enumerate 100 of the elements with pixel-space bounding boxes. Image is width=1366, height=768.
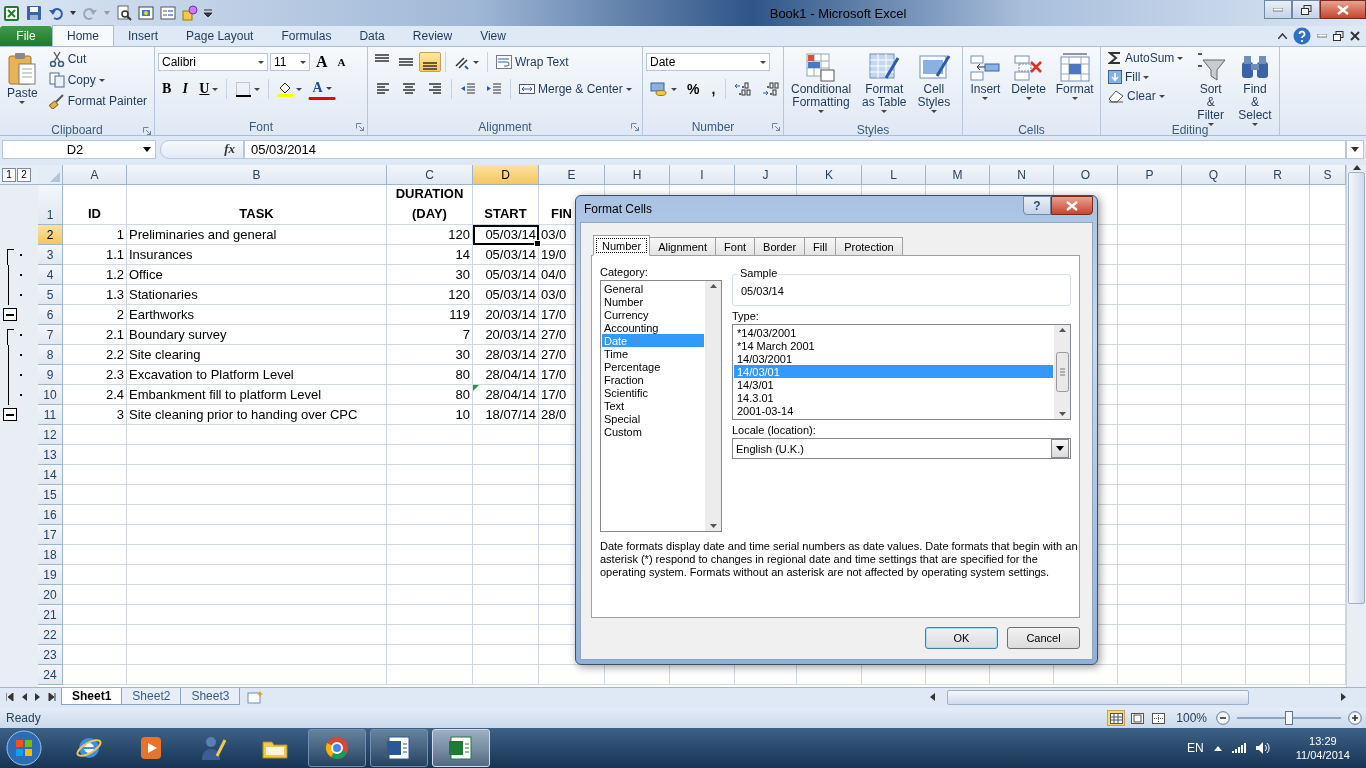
format-button[interactable]: Format [1052, 49, 1097, 123]
name-box[interactable]: D2 [2, 139, 156, 159]
row-header[interactable]: 23 [38, 645, 63, 665]
dialog-launcher-icon[interactable] [631, 123, 639, 131]
row-header[interactable]: 8 [38, 345, 63, 365]
list-item[interactable]: Number [602, 295, 704, 308]
column-header[interactable]: Q [1182, 165, 1246, 185]
next-sheet-icon[interactable] [34, 693, 42, 701]
ribbon-tab[interactable]: Formulas [267, 26, 346, 46]
ribbon-tab[interactable]: Page Layout [172, 26, 268, 46]
shapes-icon[interactable] [182, 5, 198, 21]
row-header[interactable]: 18 [38, 545, 63, 565]
italic-button[interactable]: I [177, 79, 194, 99]
column-header[interactable]: J [735, 165, 797, 185]
row-header[interactable]: 7 [38, 325, 63, 345]
row-header[interactable]: 10 [38, 385, 63, 405]
list-item[interactable]: 2001-03-14 [734, 404, 1053, 417]
format-as-table-button[interactable]: Format as Table [858, 49, 911, 123]
category-list[interactable]: General Number Currency Accounting Date Time Percentage Fraction Scientific Text Special Custom [600, 280, 722, 532]
page-break-view-button[interactable] [1149, 710, 1168, 726]
print-preview-icon[interactable] [116, 5, 132, 21]
spreadsheet-logo-icon[interactable] [3, 4, 20, 22]
dialog-tab[interactable]: Number [593, 235, 651, 256]
scroll-thumb[interactable] [1348, 172, 1365, 604]
show-hidden-icons-icon[interactable] [1213, 745, 1222, 751]
column-header[interactable]: S [1310, 165, 1346, 185]
column-header[interactable]: N [990, 165, 1054, 185]
table-cell[interactable]: 05/03/14 [473, 225, 539, 245]
expand-formula-button[interactable] [1346, 139, 1364, 159]
list-item[interactable]: Custom [602, 425, 704, 438]
dialog-launcher-icon[interactable] [143, 127, 151, 135]
vertical-scrollbar[interactable] [1346, 165, 1366, 687]
horizontal-scrollbar[interactable] [930, 689, 1346, 705]
close-icon[interactable] [1350, 31, 1360, 41]
column-header[interactable]: A [63, 165, 127, 185]
column-header[interactable]: B [127, 165, 387, 185]
column-header[interactable]: R [1246, 165, 1310, 185]
row-header[interactable]: 15 [38, 485, 63, 505]
zoom-slider-thumb[interactable] [1285, 711, 1293, 725]
ribbon-tab[interactable]: Data [345, 26, 399, 46]
zoom-out-icon[interactable] [1216, 711, 1230, 725]
column-header[interactable]: H [605, 165, 670, 185]
list-item[interactable]: *14 March 2001 [734, 339, 1053, 352]
dialog-tab[interactable]: Protection [835, 237, 903, 255]
normal-view-button[interactable] [1107, 710, 1126, 726]
merge-center-button[interactable]: Merge & Center [515, 79, 636, 99]
row-header[interactable]: 13 [38, 445, 63, 465]
list-item[interactable]: General [602, 282, 704, 295]
row-header[interactable]: 1 [38, 185, 63, 225]
scroll-down-arrow-icon[interactable] [709, 524, 717, 528]
column-header[interactable]: I [670, 165, 735, 185]
clear-button[interactable]: Clear [1104, 87, 1188, 105]
collapse-button[interactable] [3, 408, 17, 421]
help-icon[interactable] [1293, 27, 1311, 45]
signal-bars-icon[interactable] [1231, 743, 1246, 753]
cancel-button[interactable]: Cancel [1007, 627, 1080, 649]
sheet-tab[interactable]: Sheet3 [180, 688, 241, 705]
page-layout-view-button[interactable] [1128, 710, 1147, 726]
row-header[interactable]: 5 [38, 285, 63, 305]
column-header[interactable]: C [387, 165, 473, 185]
number-format-field[interactable]: Date [646, 53, 770, 71]
undo-icon[interactable] [48, 5, 64, 21]
zoom-level[interactable]: 100% [1176, 711, 1207, 725]
ribbon-tab[interactable]: View [466, 26, 520, 46]
row-header[interactable]: 6 [38, 305, 63, 325]
grow-font-button[interactable]: A [312, 51, 332, 73]
row-header[interactable]: 11 [38, 405, 63, 425]
restore-icon[interactable] [1333, 31, 1344, 41]
row-header[interactable]: 22 [38, 625, 63, 645]
shrink-font-button[interactable]: A [333, 54, 350, 70]
row-header[interactable]: 3 [38, 245, 63, 265]
close-button[interactable] [1051, 196, 1093, 215]
locale-dropdown[interactable]: English (U.K.) [732, 438, 1071, 459]
column-header[interactable]: D [473, 165, 539, 185]
row-header[interactable]: 12 [38, 425, 63, 445]
type-list[interactable]: *14/03/2001 *14 March 2001 14/03/2001 14/03/01 14/3/01 14.3.01 2001-03-14 [732, 324, 1071, 420]
close-button[interactable] [1320, 0, 1366, 19]
row-header[interactable]: 17 [38, 525, 63, 545]
list-item[interactable]: Fraction [602, 373, 704, 386]
list-item[interactable]: Scientific [602, 386, 704, 399]
dialog-launcher-icon[interactable] [356, 123, 364, 131]
collapse-button[interactable] [3, 308, 17, 321]
scroll-thumb[interactable] [1055, 352, 1069, 392]
collapse-ribbon-icon[interactable] [1278, 33, 1287, 39]
paste-button[interactable]: Paste [3, 49, 42, 123]
bottom-align-button[interactable] [419, 52, 441, 72]
dialog-tab[interactable]: Fill [804, 237, 837, 255]
row-header[interactable]: 24 [38, 665, 63, 685]
save-icon[interactable] [26, 5, 42, 21]
scroll-up-arrow-icon[interactable] [709, 284, 717, 288]
last-sheet-icon[interactable] [48, 693, 56, 701]
column-header[interactable]: K [797, 165, 862, 185]
dialog-tab[interactable]: Alignment [649, 237, 717, 255]
previous-sheet-icon[interactable] [20, 693, 28, 701]
column-header[interactable]: M [926, 165, 990, 185]
copy-button[interactable]: Copy [44, 70, 152, 90]
row-header[interactable]: 20 [38, 585, 63, 605]
taskbar-button[interactable] [370, 729, 428, 767]
list-item[interactable]: 14/3/01 [734, 378, 1053, 391]
formula-field[interactable]: 05/03/2014 [244, 139, 1346, 159]
